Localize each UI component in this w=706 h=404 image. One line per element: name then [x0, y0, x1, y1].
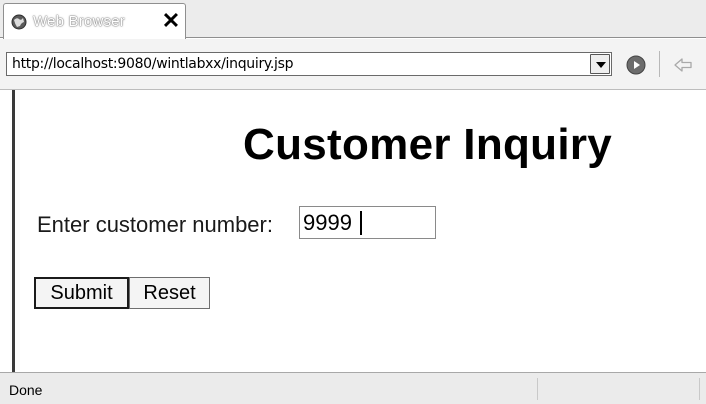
- customer-number-label: Enter customer number:: [37, 212, 273, 237]
- back-arrow-icon[interactable]: [672, 55, 694, 75]
- reset-button[interactable]: Reset: [129, 277, 210, 309]
- tab-strip: Web Browser ✕: [0, 0, 706, 39]
- tab-label: Web Browser: [33, 13, 125, 30]
- go-icon[interactable]: [626, 55, 646, 75]
- status-divider: [699, 378, 700, 400]
- tab-web-browser[interactable]: Web Browser ✕: [3, 3, 186, 39]
- toolbar-divider: [659, 51, 660, 77]
- url-input[interactable]: http://localhost:9080/wintlabxx/inquiry.…: [12, 56, 294, 72]
- chevron-down-icon[interactable]: [590, 54, 610, 74]
- url-combobox[interactable]: http://localhost:9080/wintlabxx/inquiry.…: [6, 52, 612, 76]
- page-title: Customer Inquiry: [243, 120, 613, 169]
- status-divider: [537, 378, 538, 400]
- globe-icon: [11, 14, 27, 30]
- status-text: Done: [9, 382, 43, 398]
- status-bar: Done: [0, 372, 706, 404]
- address-toolbar: http://localhost:9080/wintlabxx/inquiry.…: [0, 39, 706, 90]
- submit-button[interactable]: Submit: [34, 277, 129, 309]
- text-caret: [360, 211, 362, 235]
- customer-number-field[interactable]: [299, 206, 436, 239]
- page-viewport: Customer Inquiry Enter customer number: …: [12, 90, 706, 372]
- close-icon[interactable]: ✕: [160, 8, 182, 34]
